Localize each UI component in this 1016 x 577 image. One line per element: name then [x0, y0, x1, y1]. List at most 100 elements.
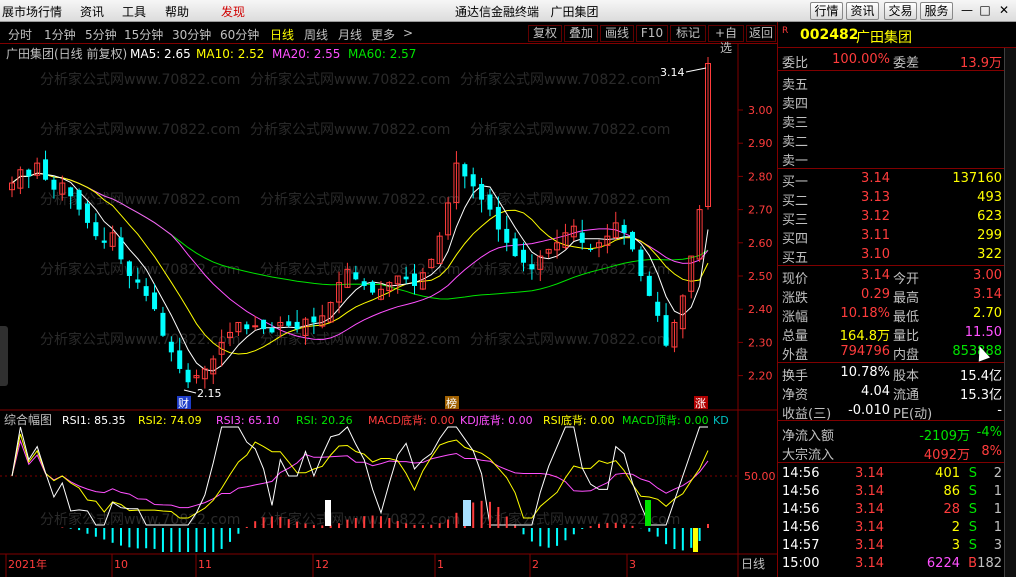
tick-price: 3.14	[855, 538, 884, 553]
separator	[778, 462, 1016, 463]
maximize-icon[interactable]: □	[976, 2, 994, 20]
buy-level-price: 3.12	[861, 209, 890, 224]
close-icon[interactable]: ✕	[995, 2, 1013, 20]
quote-header: R 002482 广田集团	[778, 22, 1016, 48]
low-marker: 2.15	[197, 387, 222, 400]
sub-indicator-legend: RSI1: 85.35 RSI2: 74.09 RSI3: 65.10 RSI: 20…	[62, 413, 729, 427]
tick-row: 14:56 3.14 28 S 1	[778, 501, 1004, 520]
separator	[778, 362, 1016, 363]
signal-bar-yellow	[693, 528, 698, 552]
candle-body	[504, 228, 510, 243]
app-title: 通达信金融终端 广田集团	[455, 3, 598, 20]
stat-row: 外盘 794796 内盘 853888	[778, 343, 1004, 363]
menu-discover[interactable]: 发现	[221, 3, 245, 20]
tf-30min[interactable]: 30分钟	[172, 26, 211, 43]
overlay-button[interactable]: 叠加	[564, 25, 598, 42]
candle-body	[630, 231, 636, 250]
watermark-text: 分析家公式网www.70822.com	[40, 261, 240, 278]
kline-chart[interactable]: 分析家公式网www.70822.com 分析家公式网www.70822.com 分析…	[0, 44, 777, 577]
panel-toggle-handle[interactable]	[0, 326, 8, 386]
marker-finance[interactable]: 财	[178, 396, 189, 410]
stat-label: 股本	[893, 369, 920, 384]
service-button[interactable]: 服务	[920, 2, 953, 20]
tf-monthly[interactable]: 月线	[338, 26, 362, 43]
flow-row: 大宗流入 4092万 8%	[778, 443, 1004, 463]
candle-body	[370, 282, 376, 293]
add-watchlist-button[interactable]: +自选	[708, 25, 744, 55]
weicha-value: 13.9万	[960, 56, 1002, 71]
marker-limit-up[interactable]: 涨	[695, 397, 706, 410]
trade-button[interactable]: 交易	[884, 2, 917, 20]
menu-market[interactable]: 展市场行情	[2, 3, 62, 20]
chart-area[interactable]: 分析家公式网www.70822.com 分析家公式网www.70822.com 分析…	[0, 44, 777, 577]
ma5-label: MA5: 2.65	[130, 47, 191, 61]
stat-value: 2.70	[973, 306, 1002, 321]
draw-line-button[interactable]: 画线	[600, 25, 634, 42]
menu-tools[interactable]: 工具	[122, 3, 146, 20]
tf-daily[interactable]: 日线	[270, 26, 294, 43]
price-tick-label: 2.30	[748, 336, 773, 349]
buy-level-volume: 623	[977, 209, 1002, 224]
news-button[interactable]: 资讯	[846, 2, 879, 20]
price-tick-label: 2.40	[748, 303, 773, 316]
watermark-text: 分析家公式网www.70822.com	[250, 71, 450, 88]
price-tick-label: 2.60	[748, 237, 773, 250]
flow-value: -2109万	[919, 429, 970, 444]
candle-body	[68, 187, 74, 197]
tick-count: 182	[977, 556, 1002, 571]
back-button[interactable]: 返回	[746, 25, 776, 42]
menu-help[interactable]: 帮助	[165, 3, 189, 20]
candle-body	[646, 275, 652, 296]
mark-button[interactable]: 标记	[670, 25, 706, 42]
tf-intraday[interactable]: 分时	[8, 26, 32, 43]
quote-button[interactable]: 行情	[810, 2, 843, 20]
sell-level-label: 卖一	[782, 154, 809, 169]
sell-level-label: 卖五	[782, 78, 809, 93]
ma20-label: MA20: 2.55	[272, 47, 340, 61]
sell-level-row: 卖四	[778, 92, 1004, 112]
tf-60min[interactable]: 60分钟	[220, 26, 259, 43]
tf-15min[interactable]: 15分钟	[124, 26, 163, 43]
tick-row: 14:56 3.14 2 S 1	[778, 519, 1004, 538]
tick-count: 1	[993, 502, 1002, 517]
date-tick-label: 3	[629, 558, 636, 571]
watermark-layer: 分析家公式网www.70822.com 分析家公式网www.70822.com 分析…	[40, 71, 680, 528]
tick-time: 14:56	[782, 466, 820, 481]
tf-more-arrow[interactable]: >	[403, 26, 413, 40]
tf-more[interactable]: 更多	[371, 26, 395, 43]
sub-indicator-label: RSI1: 85.35	[62, 414, 126, 427]
price-axis: 3.00 2.90 2.80 2.70 2.60 2.50 2.40 2.30 2.20	[748, 104, 773, 383]
stat-value: -0.010	[848, 403, 890, 418]
flow-percent: -4%	[976, 425, 1002, 440]
candle-body	[403, 276, 409, 280]
candle-body	[269, 327, 275, 333]
weibi-label: 委比	[782, 56, 809, 71]
buy-level-volume: 299	[977, 228, 1002, 243]
price-tick-label: 2.80	[748, 170, 773, 183]
tf-weekly[interactable]: 周线	[304, 26, 328, 43]
tick-volume: 401	[935, 466, 960, 481]
watermark-text: 分析家公式网www.70822.com	[250, 121, 450, 138]
tf-1min[interactable]: 1分钟	[44, 26, 76, 43]
tick-scrollbar[interactable]	[1004, 48, 1016, 577]
buy-level-label: 买三	[782, 213, 809, 228]
f10-button[interactable]: F10	[636, 25, 668, 42]
menu-news[interactable]: 资讯	[80, 3, 104, 20]
marker-list[interactable]: 榜	[446, 396, 457, 410]
candle-body	[512, 238, 518, 257]
stat-label: 最高	[893, 291, 920, 306]
candle-body	[286, 321, 292, 326]
stat-value: 10.18%	[840, 306, 890, 321]
minimize-icon[interactable]: —	[958, 2, 976, 20]
buy-level-volume: 493	[977, 190, 1002, 205]
adjust-button[interactable]: 复权	[528, 25, 562, 42]
stat-label: 今开	[893, 272, 920, 287]
price-tick-label: 2.90	[748, 137, 773, 150]
date-tick-label: 11	[198, 558, 212, 571]
date-tick-label: 1	[437, 558, 444, 571]
price-tick-label: 2.50	[748, 270, 773, 283]
buy-level-price: 3.14	[861, 171, 890, 186]
tf-5min[interactable]: 5分钟	[85, 26, 117, 43]
stat-label: 涨跌	[782, 291, 809, 306]
low-marker-arrow	[183, 389, 197, 394]
